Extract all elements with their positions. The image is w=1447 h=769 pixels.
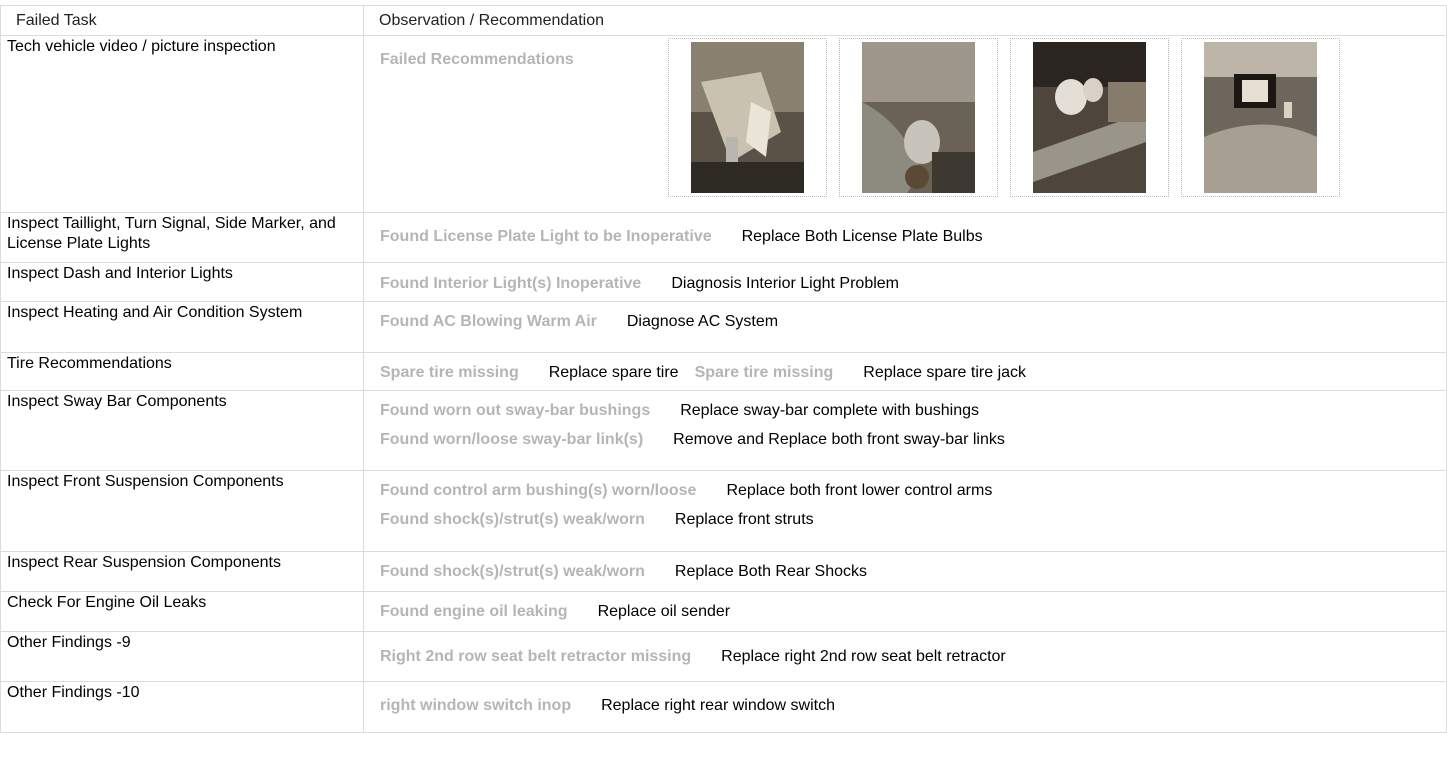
observation-cell: right window switch inop Replace right re…	[363, 681, 1447, 733]
recommendation-text: Replace sway-bar complete with bushings	[680, 402, 980, 419]
recommendation-text: Diagnosis Interior Light Problem	[671, 275, 899, 292]
finding-text: Found engine oil leaking	[380, 603, 568, 620]
finding-text: Found AC Blowing Warm Air	[380, 313, 597, 330]
finding-text: Found worn out sway-bar bushings	[380, 402, 651, 419]
table-row: Inspect Front Suspension Components Foun…	[0, 470, 1447, 552]
recommendation-text: Replace Both License Plate Bulbs	[741, 228, 983, 245]
task-cell: Inspect Rear Suspension Components	[0, 551, 364, 592]
task-cell: Tire Recommendations	[0, 352, 364, 391]
finding-text: Spare tire missing	[694, 364, 834, 381]
inspection-photo-2	[861, 42, 975, 193]
recommendation-text: Replace spare tire jack	[863, 364, 1027, 381]
finding-text: Found License Plate Light to be Inoperat…	[380, 228, 712, 245]
inspection-photo-3	[1032, 42, 1146, 193]
header-failed-task: Failed Task	[0, 5, 364, 36]
photo-thumbnail[interactable]	[838, 38, 998, 197]
photo-gallery	[667, 38, 1340, 197]
observation-cell: Found engine oil leaking Replace oil send…	[363, 591, 1447, 632]
inspection-photo-4	[1203, 42, 1317, 193]
observation-cell: Found Interior Light(s) Inoperative Diagn…	[363, 262, 1447, 302]
photo-line: Failed Recommendations	[380, 38, 1446, 197]
header-observation: Observation / Recommendation	[363, 5, 1447, 36]
table-row: Inspect Rear Suspension Components Found…	[0, 551, 1447, 592]
recommendation-text: Remove and Replace both front sway-bar l…	[673, 431, 1005, 448]
recommendation-text: Diagnose AC System	[626, 313, 779, 330]
observation-cell: Found License Plate Light to be Inoperat…	[363, 212, 1447, 263]
photo-thumbnail[interactable]	[1180, 38, 1340, 197]
finding-text: Found Interior Light(s) Inoperative	[380, 275, 642, 292]
task-cell: Tech vehicle video / picture inspection	[0, 35, 364, 213]
observation-cell: Failed Recommendations	[363, 35, 1447, 213]
table-row: Other Findings -9 Right 2nd row seat bel…	[0, 631, 1447, 682]
recommendation-text: Replace right rear window switch	[601, 697, 835, 714]
observation-cell: Right 2nd row seat belt retractor missin…	[363, 631, 1447, 682]
recommendation-text: Replace front struts	[674, 511, 814, 528]
task-cell: Inspect Front Suspension Components	[0, 470, 364, 552]
table-row: Tire Recommendations Spare tire missing R…	[0, 352, 1447, 391]
recommendation-text: Replace oil sender	[597, 603, 731, 620]
recommendation-text: Replace right 2nd row seat belt retracto…	[721, 648, 1006, 665]
finding-text: Found control arm bushing(s) worn/loose	[380, 482, 697, 499]
task-cell: Other Findings -9	[0, 631, 364, 682]
observation-cell: Found shock(s)/strut(s) weak/worn Replace…	[363, 551, 1447, 592]
table-row: Inspect Dash and Interior Lights Found I…	[0, 262, 1447, 302]
finding-text: Failed Recommendations	[380, 51, 574, 68]
recommendation-text: Replace Both Rear Shocks	[674, 563, 868, 580]
task-cell: Inspect Dash and Interior Lights	[0, 262, 364, 302]
table-row: Inspect Sway Bar Components Found worn o…	[0, 390, 1447, 471]
task-cell: Other Findings -10	[0, 681, 364, 733]
photo-thumbnail[interactable]	[1009, 38, 1169, 197]
finding-text: right window switch inop	[380, 697, 572, 714]
table-row: Inspect Heating and Air Condition System…	[0, 301, 1447, 353]
finding-text: Found worn/loose sway-bar link(s)	[380, 431, 644, 448]
recommendation-text: Replace both front lower control arms	[726, 482, 993, 499]
observation-cell: Found control arm bushing(s) worn/loose R…	[363, 470, 1447, 552]
failed-tasks-table: Failed Task Observation / Recommendation…	[0, 5, 1447, 733]
finding-text: Found shock(s)/strut(s) weak/worn	[380, 511, 645, 528]
photo-thumbnail[interactable]	[667, 38, 827, 197]
table-row: Inspect Taillight, Turn Signal, Side Mar…	[0, 212, 1447, 263]
observation-cell: Spare tire missing Replace spare tire Spar…	[363, 352, 1447, 391]
finding-text: Spare tire missing	[380, 364, 519, 381]
task-cell: Check For Engine Oil Leaks	[0, 591, 364, 632]
table-header-row: Failed Task Observation / Recommendation	[0, 5, 1447, 36]
table-row: Check For Engine Oil Leaks Found engine …	[0, 591, 1447, 632]
table-row: Other Findings -10 right window switch i…	[0, 681, 1447, 733]
table-row: Tech vehicle video / picture inspection …	[0, 35, 1447, 213]
observation-cell: Found AC Blowing Warm Air Diagnose AC Sys…	[363, 301, 1447, 353]
finding-text: Found shock(s)/strut(s) weak/worn	[380, 563, 645, 580]
task-cell: Inspect Taillight, Turn Signal, Side Mar…	[0, 212, 364, 263]
inspection-photo-1	[690, 42, 804, 193]
recommendation-text: Replace spare tire	[548, 364, 679, 381]
task-cell: Inspect Sway Bar Components	[0, 390, 364, 471]
finding-text: Right 2nd row seat belt retractor missin…	[380, 648, 692, 665]
observation-cell: Found worn out sway-bar bushings Replace …	[363, 390, 1447, 471]
task-cell: Inspect Heating and Air Condition System	[0, 301, 364, 353]
